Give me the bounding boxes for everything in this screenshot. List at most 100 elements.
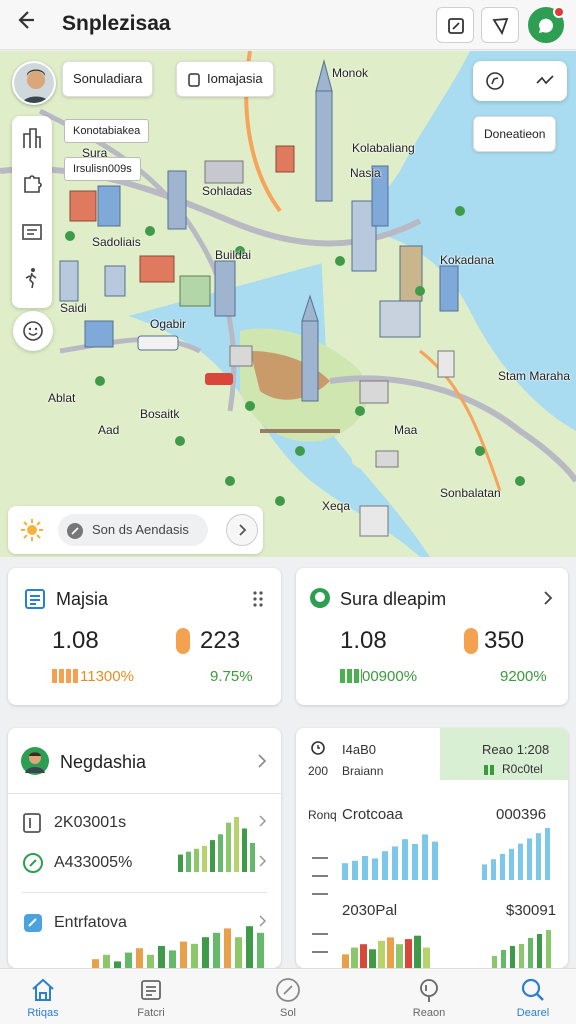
percent-value: 11300%	[80, 668, 134, 685]
sparkline-bar	[226, 822, 231, 872]
page-title: Snplezisaa	[62, 12, 171, 35]
mini-bar-icon	[340, 669, 362, 683]
nav-compass[interactable]: Sol	[253, 969, 323, 1024]
search-go-button[interactable]	[226, 514, 258, 546]
sparkline-bar	[103, 954, 110, 968]
header-label: Braiann	[342, 764, 384, 778]
map-label: Monok	[332, 66, 369, 80]
sparkline-bar	[482, 864, 487, 880]
list-icon	[141, 980, 161, 1000]
sparkline-bar	[213, 932, 220, 968]
location-pin-icon	[310, 588, 330, 608]
map-view[interactable]: Sonuladiara Iomajasia Doneatieon Konotab…	[0, 51, 576, 557]
chat-button[interactable]	[528, 6, 565, 43]
map-label: Nasia	[350, 166, 381, 180]
layers-icon[interactable]	[20, 220, 44, 244]
sparkline-chart	[92, 926, 264, 968]
map-label: Aad	[98, 423, 120, 437]
sura-card[interactable]: Sura dleapim 1.08 350 00900% 9200%	[296, 568, 568, 705]
bottom-navigation: Rtiqas Fatcri Sol Reaon Dearel	[0, 968, 576, 1024]
sparkline-bar	[492, 956, 497, 968]
sparkline-bar	[491, 859, 496, 880]
mini-bar-icon	[52, 669, 80, 683]
y-axis-ticks	[312, 857, 328, 953]
expand-icon	[448, 18, 464, 34]
chevron-right-icon[interactable]	[258, 854, 268, 868]
sparkline-bar	[402, 839, 408, 880]
nav-pin[interactable]: Reaon	[394, 969, 464, 1024]
buildings-icon[interactable]	[20, 126, 44, 150]
map-tag-a[interactable]: Konotabiakea	[64, 119, 150, 143]
destination-chip[interactable]: Doneatieon	[473, 116, 557, 152]
sparkline-bar	[519, 944, 524, 968]
emoji-button[interactable]	[13, 311, 53, 351]
chevron-right-icon[interactable]	[258, 814, 268, 828]
sparkline-bar	[246, 926, 253, 968]
row-value: $30091	[506, 902, 557, 919]
chevron-right-icon[interactable]	[256, 753, 268, 769]
sparkline-bar	[372, 858, 378, 880]
card-title: Sura dleapim	[340, 589, 447, 609]
chevron-right-icon	[239, 524, 247, 536]
sparkline-bar	[369, 949, 376, 968]
location-chip[interactable]: Sonuladiara	[62, 61, 154, 97]
pin-icon	[420, 979, 438, 1002]
directions-button[interactable]	[481, 7, 519, 43]
sparkline-bar	[114, 961, 121, 968]
stat-value: 223	[200, 627, 241, 654]
fullscreen-button[interactable]	[436, 7, 474, 43]
sparkline-bar	[405, 939, 412, 968]
sparkline-bar	[387, 937, 394, 968]
percent-value: 9200%	[500, 668, 547, 685]
user-avatar[interactable]	[12, 61, 56, 105]
trend-icon[interactable]	[535, 71, 555, 91]
sparkline-bar	[360, 944, 367, 968]
sparkline-bar	[510, 946, 515, 968]
nav-home[interactable]: Rtiqas	[8, 969, 78, 1024]
sparkline-bar	[147, 954, 154, 968]
back-button[interactable]	[10, 8, 40, 38]
sparkline-bar	[392, 846, 398, 880]
sparkline-bar	[257, 932, 264, 968]
map-label: Sonbalatan	[440, 486, 501, 500]
more-dots-icon[interactable]	[252, 590, 264, 608]
sparkline-bar	[501, 950, 506, 968]
map-label: Saidi	[60, 301, 87, 315]
nav-search[interactable]: Dearel	[498, 969, 568, 1024]
negdashia-card[interactable]: Negdashia 2K03001s A433005% Entrfatova	[8, 728, 281, 968]
nav-label: Fatcri	[137, 1007, 165, 1019]
sparkline-bar	[242, 828, 247, 872]
compass-icon[interactable]	[485, 71, 505, 91]
place-chip-label: Iomajasia	[207, 71, 263, 86]
majsia-card[interactable]: Majsia 1.08 223 11300% 9.75%	[8, 568, 281, 705]
sparkline-bar	[518, 843, 523, 880]
sparkline-bar	[545, 828, 550, 880]
stat-value: 1.08	[340, 627, 387, 654]
sparkline-bar	[178, 854, 183, 872]
nav-label: Dearel	[516, 1007, 550, 1019]
card-title: Majsia	[56, 589, 109, 609]
sparkline-bar	[224, 928, 231, 968]
sparkline-chart	[178, 816, 255, 872]
chevron-right-icon[interactable]	[542, 590, 554, 606]
list-item-value: 2K03001s	[54, 814, 127, 831]
stat-value: 1.08	[52, 627, 99, 654]
place-chip[interactable]: Iomajasia	[176, 61, 274, 97]
place-icon	[188, 73, 200, 87]
right-stats-card[interactable]: I4aB0 200 Braiann Reao 1:208 R0c0tel Ron…	[296, 728, 568, 968]
nav-list[interactable]: Fatcri	[116, 969, 186, 1024]
map-label: Sadoliais	[92, 235, 141, 249]
user-avatar-icon	[21, 747, 49, 775]
chat-icon	[538, 18, 553, 33]
badge-value: Reao 1:208	[482, 742, 550, 757]
home-icon	[32, 978, 54, 1001]
map-tag-b[interactable]: Irsulisn009s	[64, 157, 141, 181]
walk-icon[interactable]	[20, 266, 44, 290]
sparkline-bar	[234, 816, 239, 872]
orange-dot	[464, 628, 478, 654]
map-label: Ablat	[48, 391, 76, 405]
sparkline-bar	[169, 950, 176, 968]
puzzle-icon[interactable]	[20, 172, 44, 196]
row-value: 000396	[496, 806, 547, 823]
sparkline-bar	[202, 845, 207, 872]
